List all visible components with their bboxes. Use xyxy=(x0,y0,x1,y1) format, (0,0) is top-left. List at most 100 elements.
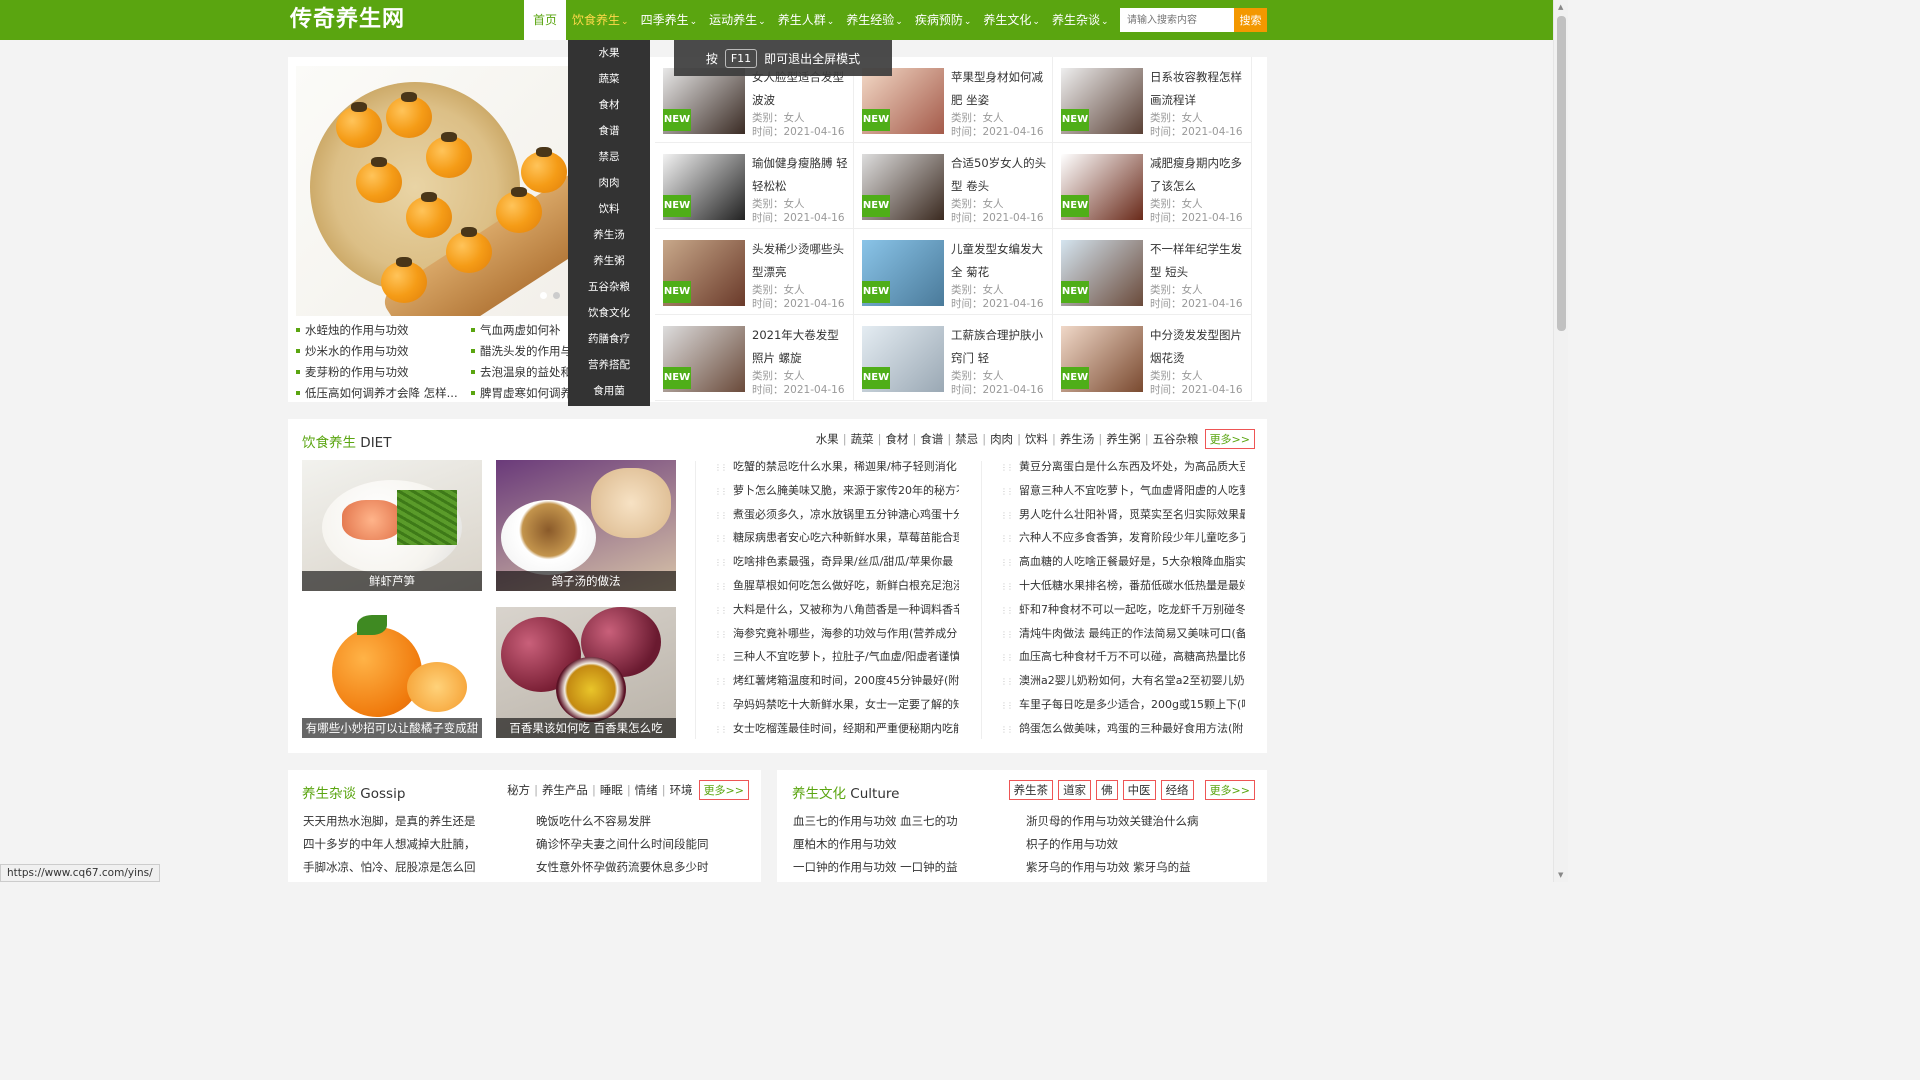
dropdown-item[interactable]: 养生粥 xyxy=(568,248,650,274)
search-input[interactable] xyxy=(1120,8,1234,32)
list-item[interactable]: 澳洲a2婴儿奶粉如何，大有名堂a2至初婴儿奶粉 xyxy=(1000,669,1245,693)
list-item[interactable]: 炒米水的作用与功效 xyxy=(296,341,471,362)
list-item[interactable]: 三种人不宜吃萝卜，拉肚子/气血虚/阳虚者谨慎 xyxy=(714,645,959,669)
list-item[interactable]: 血三七的作用与功效 血三七的功 xyxy=(793,810,1003,833)
list-item[interactable]: 留意三种人不宜吃萝卜，气血虚肾阳虚的人吃萝 xyxy=(1000,479,1245,503)
article-title[interactable]: 头发稀少烫哪些头型漂亮 xyxy=(752,238,850,284)
tag-link[interactable]: 养生茶 xyxy=(1008,780,1054,800)
tag-link[interactable]: 五谷杂粮 xyxy=(1153,431,1199,447)
hero-carousel[interactable] xyxy=(296,66,586,316)
list-item[interactable]: 虾和7种食材不可以一起吃，吃龙虾千万别碰冬 xyxy=(1000,598,1245,622)
article-card[interactable]: NEW 不一样年纪学生发型 短头 类别：女人 时间：2021-04-16 xyxy=(1053,229,1252,315)
list-item[interactable]: 四十多岁的中年人想减掉大肚腩， xyxy=(303,833,503,856)
list-item[interactable]: 血压高七种食材千万不可以碰，高糖高热量比例 xyxy=(1000,645,1245,669)
tag-link[interactable]: 禁忌 xyxy=(955,431,978,447)
tag-link[interactable]: 食谱 xyxy=(920,431,943,447)
article-title[interactable]: 苹果型身材如何减肥 坐姿 xyxy=(951,66,1049,112)
article-card[interactable]: NEW 工薪族合理护肤小窍门 轻类别：女人 时间：2021-04-16 xyxy=(854,315,1053,401)
list-item[interactable]: 一口钟的作用与功效 一口钟的益 xyxy=(793,856,1003,879)
dropdown-item[interactable]: 饮料 xyxy=(568,196,650,222)
list-item[interactable]: 鸽蛋怎么做美味，鸡蛋的三种最好食用方法(附 xyxy=(1000,717,1245,741)
tag-link[interactable]: 养生粥 xyxy=(1106,431,1141,447)
article-card[interactable]: NEW 减肥瘦身期内吃多了该怎么 类别：女人 时间：2021-04-16 xyxy=(1053,143,1252,229)
article-card[interactable]: NEW 瑜伽健身瘦胳膊 轻轻松松 类别：女人 时间：2021-04-16 xyxy=(655,143,854,229)
list-item[interactable]: 糖尿病患者安心吃六种新鲜水果，草莓苗能合理 xyxy=(714,526,959,550)
dropdown-item[interactable]: 禁忌 xyxy=(568,144,650,170)
article-title[interactable]: 合适50岁女人的头型 卷头 xyxy=(951,152,1049,198)
article-title[interactable]: 不一样年纪学生发型 短头 xyxy=(1150,238,1248,284)
article-title[interactable]: 减肥瘦身期内吃多了该怎么 xyxy=(1150,152,1248,198)
tag-link[interactable]: 情绪 xyxy=(635,782,658,798)
list-item[interactable]: 煮蛋必须多久，凉水放锅里五分钟溏心鸡蛋十分 xyxy=(714,503,959,527)
carousel-dot[interactable] xyxy=(540,292,547,299)
diet-pic-1[interactable]: 鲜虾芦笋 xyxy=(302,460,482,591)
tag-link[interactable]: 道家 xyxy=(1058,780,1092,800)
list-item[interactable]: 鱼腥草根如何吃怎么做好吃，新鲜白根充足泡浸 xyxy=(714,574,959,598)
nav-groups[interactable]: 养生人群⌄ xyxy=(772,0,841,40)
tag-link[interactable]: 蔬菜 xyxy=(851,431,874,447)
list-item[interactable]: 厘柏木的作用与功效 xyxy=(793,833,1003,856)
scroll-down-icon[interactable]: ▼ xyxy=(1558,871,1563,879)
list-item[interactable]: 手脚冰凉、怕冷、屁股凉是怎么回 xyxy=(303,856,503,879)
search-button[interactable]: 搜索 xyxy=(1234,8,1267,32)
article-title[interactable]: 中分烫发发型图片 烟花烫 xyxy=(1150,324,1248,370)
list-item[interactable]: 吃蟹的禁忌吃什么水果，稀迦果/柿子轻则消化 xyxy=(714,455,959,479)
list-item[interactable]: 大料是什么，又被称为八角茴香是一种调料香辛 xyxy=(714,598,959,622)
article-card[interactable]: NEW 日系妆容教程怎样画流程详 类别：女人 时间：2021-04-16 xyxy=(1053,57,1252,143)
tag-link[interactable]: 佛 xyxy=(1096,780,1118,800)
list-item[interactable]: 吃啥排色素最强，奇异果/丝瓜/甜瓜/苹果你最 xyxy=(714,550,959,574)
tag-link[interactable]: 经络 xyxy=(1160,780,1194,800)
list-item[interactable]: 低压高如何调养才会降 怎样... xyxy=(296,383,471,404)
article-card[interactable]: NEW 合适50岁女人的头型 卷头 类别：女人 时间：2021-04-16 xyxy=(854,143,1053,229)
list-item[interactable]: 天天用热水泡脚，是真的养生还是 xyxy=(303,810,503,833)
dropdown-item[interactable]: 食谱 xyxy=(568,118,650,144)
diet-pic-4[interactable]: 百香果该如何吃 百香果怎么吃 xyxy=(496,607,676,738)
nav-culture[interactable]: 养生文化⌄ xyxy=(977,0,1046,40)
dropdown-item[interactable]: 水果 xyxy=(568,40,650,66)
dropdown-item[interactable]: 养生汤 xyxy=(568,222,650,248)
article-card[interactable]: NEW 中分烫发发型图片 烟花烫 类别：女人 时间：2021-04-16 xyxy=(1053,315,1252,401)
scroll-up-icon[interactable]: ▲ xyxy=(1558,3,1563,11)
more-link[interactable]: 更多>> xyxy=(1204,429,1255,449)
list-item[interactable]: 女性意外怀孕做药流要休息多少时 xyxy=(536,856,736,879)
list-item[interactable]: 浙贝母的作用与功效关键治什么病 xyxy=(1026,810,1236,833)
list-item[interactable]: 清炖牛肉做法 最纯正的作法简易又美味可口(备 xyxy=(1000,622,1245,646)
tag-link[interactable]: 食材 xyxy=(885,431,908,447)
article-card[interactable]: NEW 头发稀少烫哪些头型漂亮 类别：女人 时间：2021-04-16 xyxy=(655,229,854,315)
list-item[interactable]: 晚饭吃什么不容易发胖 xyxy=(536,810,736,833)
list-item[interactable]: 车里子每日吃是多少适合，200g或15颗上下(吃 xyxy=(1000,693,1245,717)
dropdown-item[interactable]: 营养搭配 xyxy=(568,352,650,378)
list-item[interactable]: 烤红薯烤箱温度和时间，200度45分钟最好(附流 xyxy=(714,669,959,693)
list-item[interactable]: 萝卜怎么腌美味又脆，来源于家传20年的秘方不 xyxy=(714,479,959,503)
article-card[interactable]: NEW 2021年大卷发型照片 螺旋 类别：女人 时间：2021-04-16 xyxy=(655,315,854,401)
nav-seasons[interactable]: 四季养生⌄ xyxy=(635,0,704,40)
article-title[interactable]: 日系妆容教程怎样画流程详 xyxy=(1150,66,1248,112)
carousel-dot[interactable] xyxy=(553,292,560,299)
article-title[interactable]: 2021年大卷发型照片 螺旋 xyxy=(752,324,850,370)
list-item[interactable]: 孕妈妈禁吃十大新鲜水果，女士一定要了解的知 xyxy=(714,693,959,717)
list-item[interactable]: 气血两虚如何补 xyxy=(471,320,581,341)
dropdown-item[interactable]: 药膳食疗 xyxy=(568,326,650,352)
list-item[interactable]: 枳子的作用与功效 xyxy=(1026,833,1236,856)
nav-sports[interactable]: 运动养生⌄ xyxy=(703,0,772,40)
nav-gossip[interactable]: 养生杂谈⌄ xyxy=(1046,0,1115,40)
article-title[interactable]: 瑜伽健身瘦胳膊 轻轻松松 xyxy=(752,152,850,198)
list-item[interactable]: 海参究竟补哪些，海参的功效与作用(营养成分 xyxy=(714,622,959,646)
list-item[interactable]: 麦芽粉的作用与功效 xyxy=(296,362,471,383)
list-item[interactable]: 六种人不应多食香笋，发育阶段少年儿童吃多了 xyxy=(1000,526,1245,550)
dropdown-item[interactable]: 肉肉 xyxy=(568,170,650,196)
list-item[interactable]: 去泡温泉的益处和 xyxy=(471,362,581,383)
list-item[interactable]: 紫牙乌的作用与功效 紫牙乌的益 xyxy=(1026,856,1236,879)
more-link[interactable]: 更多>> xyxy=(698,780,749,800)
nav-experience[interactable]: 养生经验⌄ xyxy=(840,0,909,40)
list-item[interactable]: 醋洗头发的作用与 xyxy=(471,341,581,362)
list-item[interactable]: 高血糖的人吃啥正餐最好是，5大杂粮降血脂实 xyxy=(1000,550,1245,574)
tag-link[interactable]: 睡眠 xyxy=(600,782,623,798)
dropdown-item[interactable]: 饮食文化 xyxy=(568,300,650,326)
nav-home[interactable]: 首页 xyxy=(524,0,566,40)
list-item[interactable]: 女士吃榴莲最佳时间，经期和严重便秘期内吃能 xyxy=(714,717,959,741)
tag-link[interactable]: 肉肉 xyxy=(990,431,1013,447)
list-item[interactable]: 黄豆分离蛋白是什么东西及坏处，为高品质大豆 xyxy=(1000,455,1245,479)
article-title[interactable]: 工薪族合理护肤小窍门 轻 xyxy=(951,324,1049,370)
page-scrollbar[interactable]: ▲ ▼ xyxy=(1553,0,1568,882)
